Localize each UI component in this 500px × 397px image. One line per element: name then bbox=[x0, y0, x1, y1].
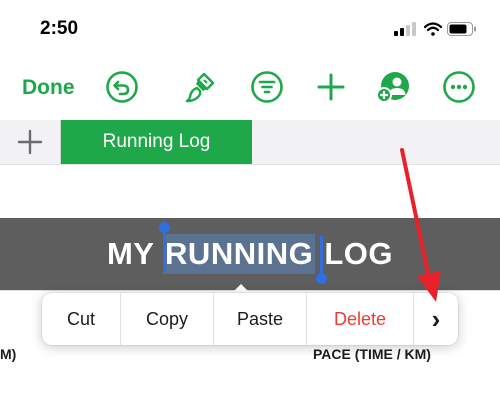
more-options-button[interactable]: › bbox=[414, 293, 458, 345]
paste-button[interactable]: Paste bbox=[214, 293, 306, 345]
selected-text[interactable]: RUNNING bbox=[163, 234, 316, 274]
title-cell[interactable]: MY RUNNING LOG bbox=[0, 218, 500, 290]
paintbrush-icon[interactable] bbox=[184, 70, 218, 104]
wifi-icon bbox=[424, 22, 442, 36]
column-header-partial: M) bbox=[0, 346, 17, 362]
title-text-after: LOG bbox=[315, 236, 393, 271]
plus-icon[interactable] bbox=[314, 70, 348, 104]
battery-icon bbox=[447, 22, 476, 36]
column-header-pace: PACE (TIME / KM) bbox=[313, 346, 431, 362]
plus-icon bbox=[17, 129, 43, 155]
status-time: 2:50 bbox=[40, 18, 79, 39]
cellular-signal-icon bbox=[394, 22, 416, 36]
title-text-before: MY bbox=[106, 236, 164, 271]
cut-button[interactable]: Cut bbox=[42, 293, 120, 345]
copy-button[interactable]: Copy bbox=[121, 293, 213, 345]
selection-end-caret bbox=[320, 236, 323, 276]
filter-icon[interactable] bbox=[250, 70, 284, 104]
add-sheet-button[interactable] bbox=[10, 122, 50, 162]
selection-start-caret bbox=[163, 230, 166, 272]
selection-end-handle[interactable] bbox=[316, 273, 327, 284]
undo-icon[interactable] bbox=[105, 70, 139, 104]
tab-running-log[interactable]: Running Log bbox=[61, 120, 252, 164]
done-button[interactable]: Done bbox=[22, 76, 75, 100]
chevron-right-icon: › bbox=[431, 303, 441, 334]
more-icon[interactable] bbox=[442, 70, 476, 104]
delete-button[interactable]: Delete bbox=[307, 293, 413, 345]
collaborate-icon[interactable] bbox=[376, 70, 410, 104]
